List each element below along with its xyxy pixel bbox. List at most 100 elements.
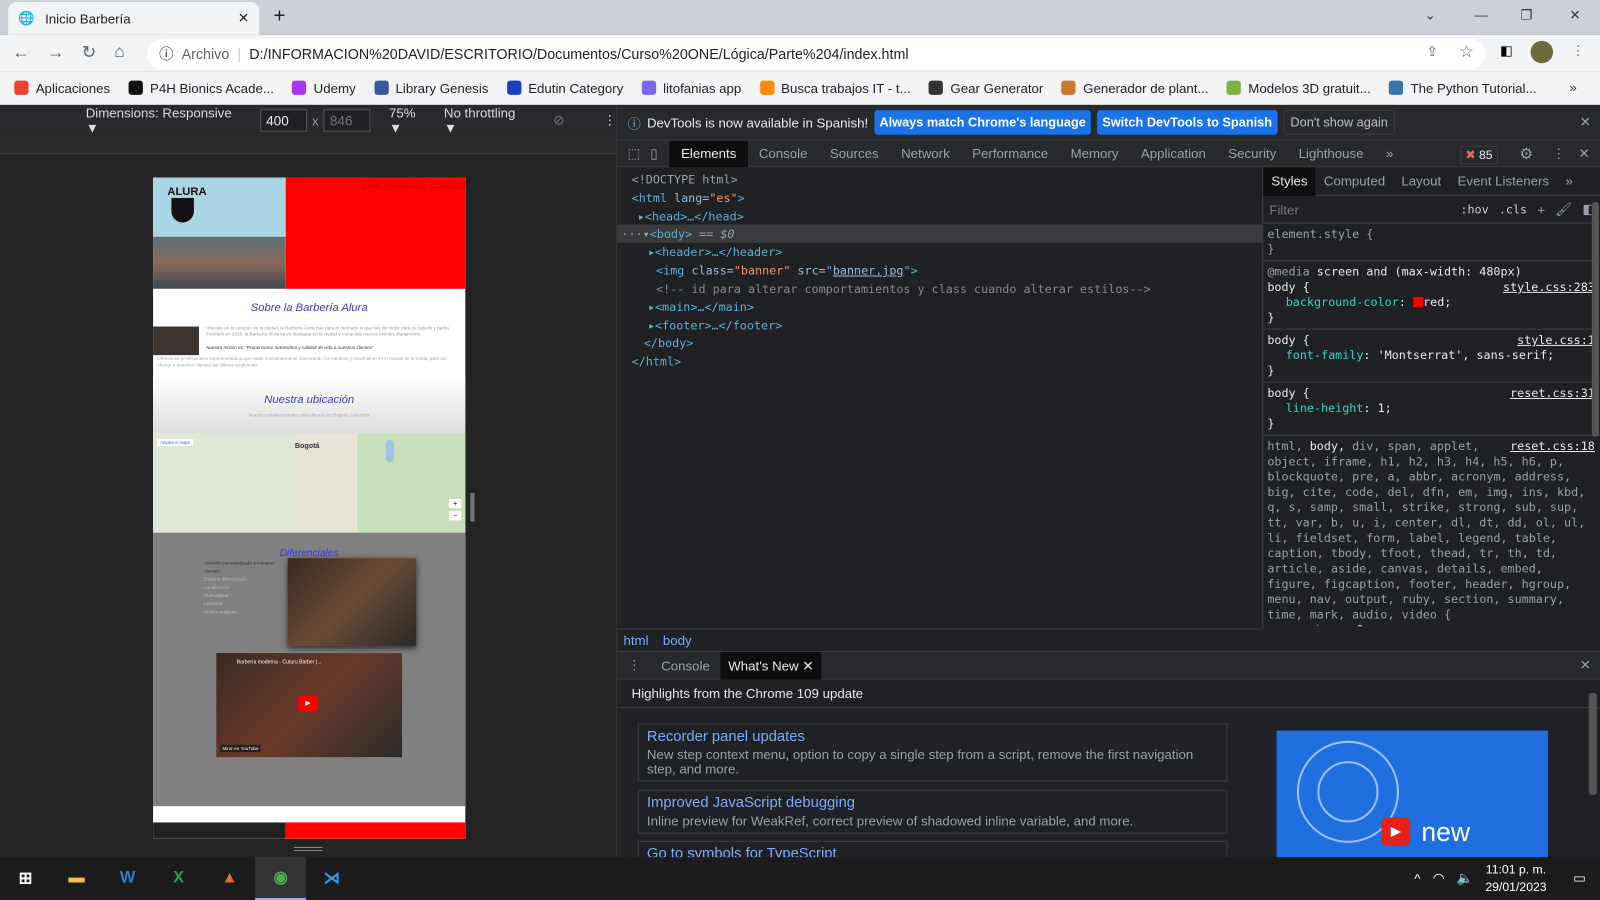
devtools-menu-icon[interactable]: ⋮: [1552, 146, 1565, 162]
source-link[interactable]: reset.css:18: [1510, 439, 1595, 454]
error-badge[interactable]: ✖ 85: [1460, 145, 1498, 165]
rule-element-style[interactable]: element.style {}: [1263, 223, 1600, 262]
rule-body-lineheight[interactable]: body {reset.css:31 line-height: 1;}: [1263, 383, 1600, 436]
watch-on-youtube[interactable]: Mirar en YouTube: [220, 744, 261, 753]
devtools-tab[interactable]: Security: [1217, 140, 1287, 167]
width-input[interactable]: [259, 109, 307, 132]
new-tab-button[interactable]: +: [273, 5, 285, 28]
rule-reset[interactable]: reset.css:18 html, body, div, span, appl…: [1263, 436, 1600, 627]
source-link[interactable]: reset.css:31: [1510, 386, 1595, 401]
styles-tab[interactable]: Event Listeners: [1449, 167, 1557, 196]
more-bookmarks-icon[interactable]: »: [1569, 80, 1576, 95]
card-title[interactable]: Improved JavaScript debugging: [647, 795, 1218, 811]
bookmark-item[interactable]: Udemy: [292, 80, 356, 95]
hov-toggle[interactable]: :hov: [1460, 202, 1488, 216]
devtools-tab[interactable]: Application: [1130, 140, 1217, 167]
devtools-tab[interactable]: Performance: [961, 140, 1059, 167]
paint-icon[interactable]: 🖌: [1555, 201, 1572, 217]
devtools-tab[interactable]: Network: [890, 140, 961, 167]
bookmark-item[interactable]: Aplicaciones: [14, 80, 110, 95]
word-icon[interactable]: W: [102, 857, 153, 900]
close-infobar-icon[interactable]: ✕: [1580, 114, 1591, 130]
close-drawer-icon[interactable]: ✕: [1580, 657, 1591, 673]
media-query-ruler[interactable]: [0, 135, 617, 155]
bookmark-item[interactable]: litofanias app: [641, 80, 741, 95]
match-language-button[interactable]: Always match Chrome's language: [874, 110, 1091, 135]
drawer-scrollbar[interactable]: [1588, 692, 1597, 795]
switch-spanish-button[interactable]: Switch DevTools to Spanish: [1097, 110, 1278, 135]
close-tab-icon[interactable]: ✕: [802, 658, 813, 673]
nav-link[interactable]: PRODUCTOS: [386, 184, 425, 190]
clock[interactable]: 11:01 p. m. 29/01/2023: [1485, 861, 1546, 896]
dom-head[interactable]: ▸<head>…</head>: [638, 207, 744, 225]
close-devtools-icon[interactable]: ✕: [1579, 146, 1590, 162]
dimensions-select[interactable]: Dimensions: Responsive ▼: [86, 105, 246, 136]
chrome-icon[interactable]: ◉: [255, 857, 307, 900]
drawer-tab-console[interactable]: Console: [651, 652, 720, 680]
file-explorer-icon[interactable]: ▬: [51, 857, 102, 900]
vscode-icon[interactable]: ⋊: [306, 857, 357, 900]
dom-html-close[interactable]: </html>: [632, 352, 681, 370]
color-swatch[interactable]: [1412, 296, 1424, 308]
drawer-tab-whats-new[interactable]: What's New ✕: [720, 651, 822, 680]
devtools-tab[interactable]: »: [1375, 140, 1405, 167]
breadcrumb-item[interactable]: body: [663, 633, 692, 648]
rule-media-body[interactable]: @media screen and (max-width: 480px) bod…: [1263, 261, 1600, 330]
map[interactable]: Ampliar el mapa Bogotá + −: [153, 433, 466, 533]
devtools-tab[interactable]: Sources: [819, 140, 890, 167]
rule-body-font[interactable]: body {style.css:1 font-family: 'Montserra…: [1263, 330, 1600, 383]
info-icon[interactable]: ⓘ: [159, 44, 173, 64]
address-bar[interactable]: ⓘ Archivo | D:/INFORMACION%20DAVID/ESCRI…: [146, 38, 1486, 70]
styles-tab[interactable]: Computed: [1316, 167, 1394, 196]
device-toggle-icon[interactable]: ▯: [646, 145, 670, 161]
forward-icon[interactable]: →: [47, 43, 64, 63]
dom-body-selected[interactable]: ···▾<body> == $0: [617, 224, 1263, 243]
menu-icon[interactable]: ⋮: [1571, 43, 1584, 59]
source-link[interactable]: style.css:1: [1517, 333, 1595, 348]
height-input[interactable]: [323, 109, 371, 132]
dom-html[interactable]: <html lang="es">: [632, 189, 745, 207]
share-icon[interactable]: ⇪: [1427, 44, 1438, 60]
bookmark-item[interactable]: Busca trabajos IT - t...: [759, 80, 911, 95]
bookmark-item[interactable]: The Python Tutorial...: [1389, 80, 1537, 95]
tab-search-icon[interactable]: ⌄: [1424, 7, 1435, 23]
close-window-button[interactable]: ✕: [1569, 7, 1580, 23]
whats-new-video[interactable]: ▶ new: [1276, 730, 1548, 859]
dom-body-close[interactable]: </body>: [644, 334, 693, 352]
source-link[interactable]: style.css:283: [1503, 280, 1595, 295]
youtube-embed[interactable]: Barbería moderna - Cuturu Barber |... ▶ …: [216, 653, 403, 758]
dont-show-button[interactable]: Don't show again: [1283, 110, 1396, 135]
bookmark-item[interactable]: Modelos 3D gratuit...: [1226, 80, 1371, 95]
devtools-tab[interactable]: Console: [748, 140, 819, 167]
tray-chevron-icon[interactable]: ^: [1414, 871, 1420, 886]
home-icon[interactable]: ⌂: [114, 42, 124, 62]
matlab-icon[interactable]: ▲: [204, 857, 255, 900]
close-tab-icon[interactable]: ✕: [238, 10, 249, 26]
notifications-icon[interactable]: ▭: [1573, 870, 1586, 886]
back-icon[interactable]: ←: [12, 43, 29, 63]
settings-icon[interactable]: ⚙: [1519, 145, 1533, 163]
dom-main[interactable]: ▸<main>…</main>: [648, 298, 754, 316]
styles-tab[interactable]: Styles: [1263, 166, 1316, 196]
nav-link[interactable]: CONTACTO: [432, 184, 466, 190]
dom-header[interactable]: ▸<header>…</header>: [648, 243, 782, 261]
throttling-select[interactable]: No throttling ▼: [444, 105, 531, 136]
play-icon[interactable]: ▶: [297, 695, 319, 712]
devtools-tab[interactable]: Lighthouse: [1287, 140, 1374, 167]
bookmark-item[interactable]: Library Genesis: [374, 80, 488, 95]
cls-toggle[interactable]: .cls: [1499, 202, 1527, 216]
styles-filter-input[interactable]: [1269, 201, 1455, 217]
url-text[interactable]: D:/INFORMACION%20DAVID/ESCRITORIO/Docume…: [249, 46, 908, 62]
dom-img[interactable]: <img class="banner" src="banner.jpg">: [656, 261, 918, 279]
excel-icon[interactable]: X: [153, 857, 204, 900]
card-title[interactable]: Recorder panel updates: [647, 729, 1218, 745]
dom-doctype[interactable]: <!DOCTYPE html>: [632, 170, 738, 188]
devtools-tab[interactable]: Elements: [669, 140, 748, 167]
map-zoom-out[interactable]: −: [448, 511, 462, 521]
browser-tab-active[interactable]: 🌐 Inicio Barbería ✕: [8, 2, 260, 35]
device-more-icon[interactable]: ⋮: [603, 112, 616, 128]
dom-footer[interactable]: ▸<footer>…</footer>: [648, 316, 782, 334]
play-icon[interactable]: ▶: [1381, 817, 1411, 846]
inspect-icon[interactable]: ⬚: [617, 145, 646, 161]
maximize-button[interactable]: ❐: [1520, 7, 1532, 23]
